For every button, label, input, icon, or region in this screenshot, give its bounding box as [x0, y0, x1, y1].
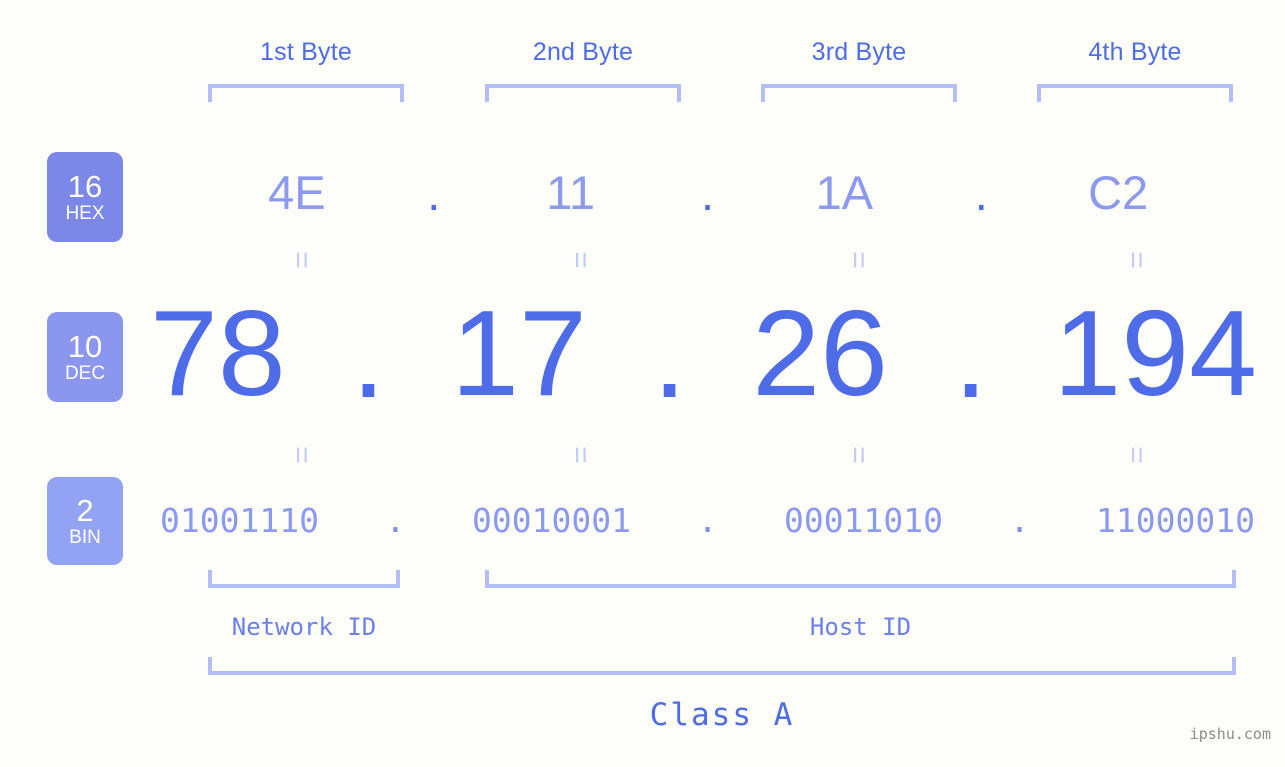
equals-connector-dec-bin-3: =	[842, 446, 875, 464]
dec-separator-1: .	[351, 287, 386, 423]
host-id-bracket	[485, 570, 1236, 588]
byte-header-2: 2nd Byte	[532, 38, 634, 66]
hex-octet-3: 1A	[815, 165, 874, 219]
decimal-value-row: 78 . 17 . 26 . 194	[150, 288, 1257, 418]
equals-connector-hex-dec-4: =	[1120, 251, 1153, 269]
dec-separator-3: .	[953, 287, 988, 423]
equals-connector-hex-dec-1: =	[285, 251, 318, 269]
bin-octet-3: 00011010	[784, 500, 943, 540]
network-id-bracket	[208, 570, 400, 588]
byte-bracket-2	[485, 84, 681, 102]
host-id-label: Host ID	[809, 613, 912, 641]
bin-octet-4: 11000010	[1096, 500, 1255, 540]
byte-header-3: 3rd Byte	[811, 38, 907, 66]
hex-octet-2: 11	[546, 165, 596, 219]
byte-header-4: 4th Byte	[1088, 38, 1182, 66]
dec-separator-2: .	[652, 287, 687, 423]
byte-bracket-1	[208, 84, 404, 102]
radix-badge-hex-number: 16	[67, 168, 103, 204]
class-label: Class A	[649, 697, 795, 733]
hex-octet-4: C2	[1088, 165, 1149, 219]
bin-separator-2: .	[697, 500, 718, 540]
radix-badge-bin: 2 BIN	[47, 477, 123, 565]
dec-octet-4: 194	[1053, 285, 1257, 421]
binary-value-row: 01001110 . 00010001 . 00011010 . 1100001…	[160, 493, 1255, 547]
site-watermark: ipshu.com	[1189, 725, 1271, 743]
hex-octet-1: 4E	[268, 165, 326, 219]
network-id-label: Network ID	[231, 613, 377, 641]
radix-badge-hex-abbr: HEX	[65, 202, 105, 224]
byte-bracket-4	[1037, 84, 1233, 102]
radix-badge-dec: 10 DEC	[47, 312, 123, 402]
dec-octet-2: 17	[451, 285, 587, 421]
equals-connector-dec-bin-1: =	[285, 446, 318, 464]
radix-badge-hex: 16 HEX	[47, 152, 123, 242]
class-bracket	[208, 657, 1236, 675]
bin-separator-1: .	[385, 500, 406, 540]
bin-octet-2: 00010001	[472, 500, 631, 540]
radix-badge-dec-abbr: DEC	[64, 362, 106, 384]
byte-bracket-3	[761, 84, 957, 102]
equals-connector-hex-dec-2: =	[564, 251, 597, 269]
equals-connector-hex-dec-3: =	[842, 251, 875, 269]
radix-badge-dec-number: 10	[67, 328, 103, 364]
dec-octet-3: 26	[752, 285, 888, 421]
bin-octet-1: 01001110	[160, 500, 319, 540]
radix-badge-bin-abbr: BIN	[69, 526, 101, 548]
radix-badge-bin-number: 2	[76, 492, 94, 528]
equals-connector-dec-bin-4: =	[1120, 446, 1153, 464]
byte-header-1: 1st Byte	[260, 38, 352, 66]
hex-value-row: 4E . 11 . 1A . C2	[160, 152, 1255, 232]
equals-connector-dec-bin-2: =	[564, 446, 597, 464]
dec-octet-1: 78	[150, 285, 286, 421]
ip-breakdown-diagram: 1st Byte 2nd Byte 3rd Byte 4th Byte 16 H…	[0, 0, 1285, 767]
bin-separator-3: .	[1009, 500, 1030, 540]
